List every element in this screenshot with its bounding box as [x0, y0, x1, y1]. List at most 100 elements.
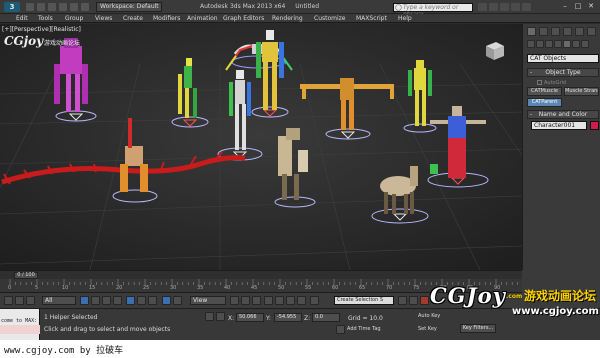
object-type-rollout[interactable]: - Object Type	[527, 68, 599, 77]
shapes-icon[interactable]	[536, 40, 544, 48]
lock-selection-icon[interactable]	[205, 312, 214, 321]
named-selection-dropdown[interactable]: Create Selection S	[334, 296, 394, 305]
y-label: Y:	[266, 315, 271, 322]
subscription-icon[interactable]	[489, 3, 498, 11]
maxscript-output[interactable]	[0, 325, 40, 334]
link-icon[interactable]	[26, 296, 35, 305]
menu-help[interactable]: Help	[398, 14, 412, 23]
track-tick-label: 50	[278, 285, 285, 291]
maxscript-listener[interactable]: come to MAX:	[0, 309, 40, 340]
redo-tool-icon[interactable]	[15, 296, 24, 305]
selection-filter-dropdown[interactable]: All	[42, 296, 76, 305]
menu-graph-editors[interactable]: Graph Editors	[223, 14, 264, 23]
modify-tab-icon[interactable]	[539, 27, 548, 36]
minimize-icon[interactable]: –	[560, 2, 570, 11]
redo-icon[interactable]	[70, 3, 78, 11]
menu-maxscript[interactable]: MAXScript	[356, 14, 387, 23]
menu-views[interactable]: Views	[95, 14, 112, 23]
select-and-scale-icon[interactable]	[148, 296, 157, 305]
cgjoy-watermark: CGJoy .com 游戏动画论坛 www.cgjoy.com	[428, 283, 600, 327]
object-color-swatch[interactable]	[590, 121, 599, 130]
mirror-icon[interactable]	[398, 296, 407, 305]
systems-icon[interactable]	[581, 40, 589, 48]
create-tab-icon[interactable]	[527, 27, 536, 36]
percent-snap-icon[interactable]	[286, 296, 295, 305]
search-input[interactable]: ◯ Type a keyword or phrase	[393, 3, 473, 18]
geometry-icon[interactable]	[527, 40, 535, 48]
search-go-icon[interactable]	[478, 3, 487, 11]
align-icon[interactable]	[409, 296, 418, 305]
lights-icon[interactable]	[545, 40, 553, 48]
snaps-toggle-icon[interactable]	[264, 296, 273, 305]
autogrid-checkbox[interactable]: AutoGrid	[537, 80, 566, 86]
menu-customize[interactable]: Customize	[314, 14, 346, 23]
project-folder-icon[interactable]	[81, 3, 89, 11]
time-tag-icon[interactable]	[336, 325, 345, 334]
menu-animation[interactable]: Animation	[187, 14, 218, 23]
utilities-tab-icon[interactable]	[587, 27, 596, 36]
window-crossing-icon[interactable]	[113, 296, 122, 305]
communication-center-icon[interactable]	[500, 3, 509, 11]
reference-coordinate-dropdown[interactable]: View	[190, 296, 226, 305]
new-file-icon[interactable]	[26, 3, 34, 11]
display-tab-icon[interactable]	[575, 27, 584, 36]
select-and-place-icon[interactable]	[162, 296, 171, 305]
workspace-dropdown[interactable]: Workspace: Default	[96, 2, 162, 12]
manipulate-icon[interactable]	[241, 296, 250, 305]
select-object-icon[interactable]	[80, 296, 89, 305]
keyboard-shortcut-icon[interactable]	[252, 296, 261, 305]
open-file-icon[interactable]	[37, 3, 45, 11]
spinner-snap-icon[interactable]	[297, 296, 306, 305]
track-tick-label: 55	[305, 285, 312, 291]
use-pivot-icon[interactable]	[230, 296, 239, 305]
undo-icon[interactable]	[59, 3, 67, 11]
viewport-scene[interactable]	[0, 24, 522, 270]
select-by-name-icon[interactable]	[91, 296, 100, 305]
absolute-mode-icon[interactable]	[216, 312, 225, 321]
pivot-center-icon[interactable]	[173, 296, 182, 305]
favorites-icon[interactable]	[511, 3, 520, 11]
helpers-icon[interactable]	[563, 40, 571, 48]
checkbox-icon	[537, 80, 542, 85]
edit-named-selection-icon[interactable]	[310, 296, 319, 305]
catmuscle-button[interactable]: CATMuscle	[527, 87, 562, 96]
time-slider-thumb[interactable]: 0 / 100	[14, 272, 38, 279]
z-coordinate-field[interactable]: 0.0	[312, 313, 340, 322]
select-and-move-icon[interactable]	[126, 296, 135, 305]
time-slider[interactable]: 0 / 100	[0, 270, 522, 279]
select-and-rotate-icon[interactable]	[137, 296, 146, 305]
undo-tool-icon[interactable]	[4, 296, 13, 305]
menu-modifiers[interactable]: Modifiers	[153, 14, 180, 23]
space-warps-icon[interactable]	[572, 40, 580, 48]
viewcube-icon[interactable]	[482, 38, 506, 62]
app-logo-icon[interactable]: 3	[4, 2, 20, 12]
maximize-icon[interactable]: □	[573, 2, 583, 11]
y-coordinate-field[interactable]: -54.955	[274, 313, 302, 322]
menu-rendering[interactable]: Rendering	[272, 14, 303, 23]
x-coordinate-field[interactable]: 50.066	[236, 313, 264, 322]
muscle-strand-button[interactable]: Muscle Strand	[564, 87, 599, 96]
catparent-button[interactable]: CATParent	[527, 98, 562, 107]
grid-spacing: Grid = 10.0	[348, 315, 383, 322]
add-time-tag[interactable]: Add Time Tag	[347, 326, 381, 332]
motion-tab-icon[interactable]	[563, 27, 572, 36]
menu-tools[interactable]: Tools	[38, 14, 53, 23]
perspective-viewport[interactable]: [+][Perspective][Realistic] CGjoy 游戏动画论坛	[0, 24, 522, 270]
rectangular-selection-icon[interactable]	[102, 296, 111, 305]
close-icon[interactable]: ✕	[586, 2, 596, 11]
object-category-dropdown[interactable]: CAT Objects	[527, 54, 599, 63]
menu-edit[interactable]: Edit	[16, 14, 28, 23]
menu-group[interactable]: Group	[65, 14, 83, 23]
angle-snap-icon[interactable]	[275, 296, 284, 305]
help-icon[interactable]	[522, 3, 531, 11]
object-name-field[interactable]: Character001	[531, 121, 587, 130]
command-panel-tabs	[527, 27, 599, 37]
track-tick-label: 65	[359, 285, 366, 291]
hierarchy-tab-icon[interactable]	[551, 27, 560, 36]
name-and-color-rollout[interactable]: - Name and Color	[527, 110, 599, 119]
save-file-icon[interactable]	[48, 3, 56, 11]
viewport-label[interactable]: [+][Perspective][Realistic]	[2, 26, 81, 33]
track-tick-label: 30	[170, 285, 177, 291]
cameras-icon[interactable]	[554, 40, 562, 48]
menu-create[interactable]: Create	[123, 14, 143, 23]
